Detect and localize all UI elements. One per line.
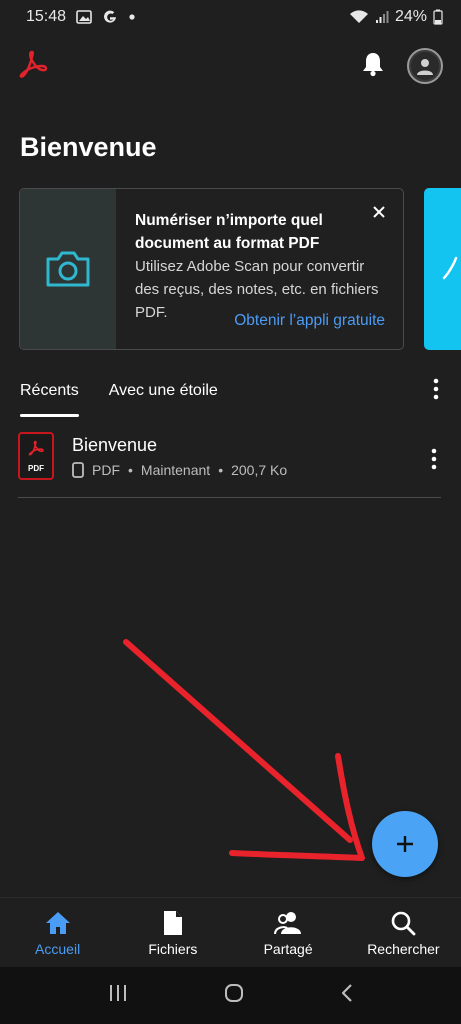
bell-icon[interactable] bbox=[361, 51, 385, 82]
google-icon bbox=[102, 9, 118, 25]
pdf-file-icon: PDF bbox=[18, 432, 54, 480]
close-icon[interactable] bbox=[371, 204, 387, 220]
recents-icon[interactable] bbox=[107, 983, 129, 1008]
app-bar bbox=[0, 34, 461, 98]
next-promo-card[interactable] bbox=[424, 188, 461, 350]
avatar[interactable] bbox=[407, 48, 443, 84]
tabs-more-icon[interactable] bbox=[433, 378, 439, 405]
get-free-app-link[interactable]: Obtenir l’appli gratuite bbox=[234, 312, 385, 330]
wifi-icon bbox=[349, 9, 369, 25]
battery-icon bbox=[433, 9, 443, 25]
bottom-navigation: Accueil Fichiers Partagé Rechercher bbox=[0, 897, 461, 967]
nav-label: Accueil bbox=[35, 941, 81, 957]
file-meta: PDF • Maintenant • 200,7 Ko bbox=[72, 462, 287, 478]
tab-starred[interactable]: Avec une étoile bbox=[109, 370, 218, 418]
status-time: 15:48 bbox=[26, 8, 67, 25]
list-item[interactable]: PDF Bienvenue PDF • Maintenant • 200,7 K… bbox=[18, 432, 441, 498]
page-title: Bienvenue bbox=[20, 132, 157, 162]
scan-promo-card[interactable]: Numériser n’importe quel document au for… bbox=[19, 188, 404, 350]
nav-item-search[interactable]: Rechercher bbox=[346, 898, 461, 967]
tab-recents[interactable]: Récents bbox=[20, 370, 79, 418]
home-icon bbox=[45, 912, 70, 934]
file-tabs: Récents Avec une étoile bbox=[0, 370, 461, 418]
meta-separator: • bbox=[128, 462, 133, 478]
meta-separator: • bbox=[218, 462, 224, 478]
nav-item-home[interactable]: Accueil bbox=[0, 898, 115, 967]
file-type: PDF bbox=[92, 462, 120, 478]
back-icon[interactable] bbox=[340, 982, 354, 1009]
nav-label: Partagé bbox=[263, 941, 313, 957]
nav-label: Fichiers bbox=[148, 941, 198, 957]
status-bar: 15:48 24% bbox=[0, 0, 461, 34]
file-name: Bienvenue bbox=[72, 435, 158, 455]
phone-icon bbox=[72, 462, 84, 478]
pdf-tag: PDF bbox=[28, 464, 44, 473]
people-icon bbox=[274, 912, 302, 935]
nav-item-shared[interactable]: Partagé bbox=[231, 898, 346, 967]
home-circle-icon[interactable] bbox=[223, 982, 245, 1009]
file-size: 200,7 Ko bbox=[231, 462, 288, 478]
dot-icon bbox=[128, 13, 136, 21]
nav-item-files[interactable]: Fichiers bbox=[115, 898, 230, 967]
gallery-icon bbox=[76, 9, 92, 25]
camera-icon bbox=[46, 251, 90, 287]
promo-thumbnail bbox=[20, 189, 116, 349]
file-icon bbox=[163, 911, 182, 935]
system-navigation-bar bbox=[0, 967, 461, 1024]
nav-label: Rechercher bbox=[367, 941, 440, 957]
avatar-icon bbox=[417, 59, 433, 75]
file-more-icon[interactable] bbox=[431, 448, 437, 475]
promo-title: Numériser n’importe quel document au for… bbox=[135, 212, 323, 252]
signature-icon bbox=[442, 256, 458, 280]
search-icon bbox=[392, 911, 416, 936]
battery-text: 24% bbox=[394, 8, 427, 25]
create-fab-button[interactable] bbox=[372, 811, 438, 877]
plus-icon bbox=[397, 836, 413, 852]
file-modified: Maintenant bbox=[140, 462, 211, 478]
acrobat-logo-icon bbox=[18, 49, 48, 84]
signal-icon bbox=[375, 10, 389, 24]
